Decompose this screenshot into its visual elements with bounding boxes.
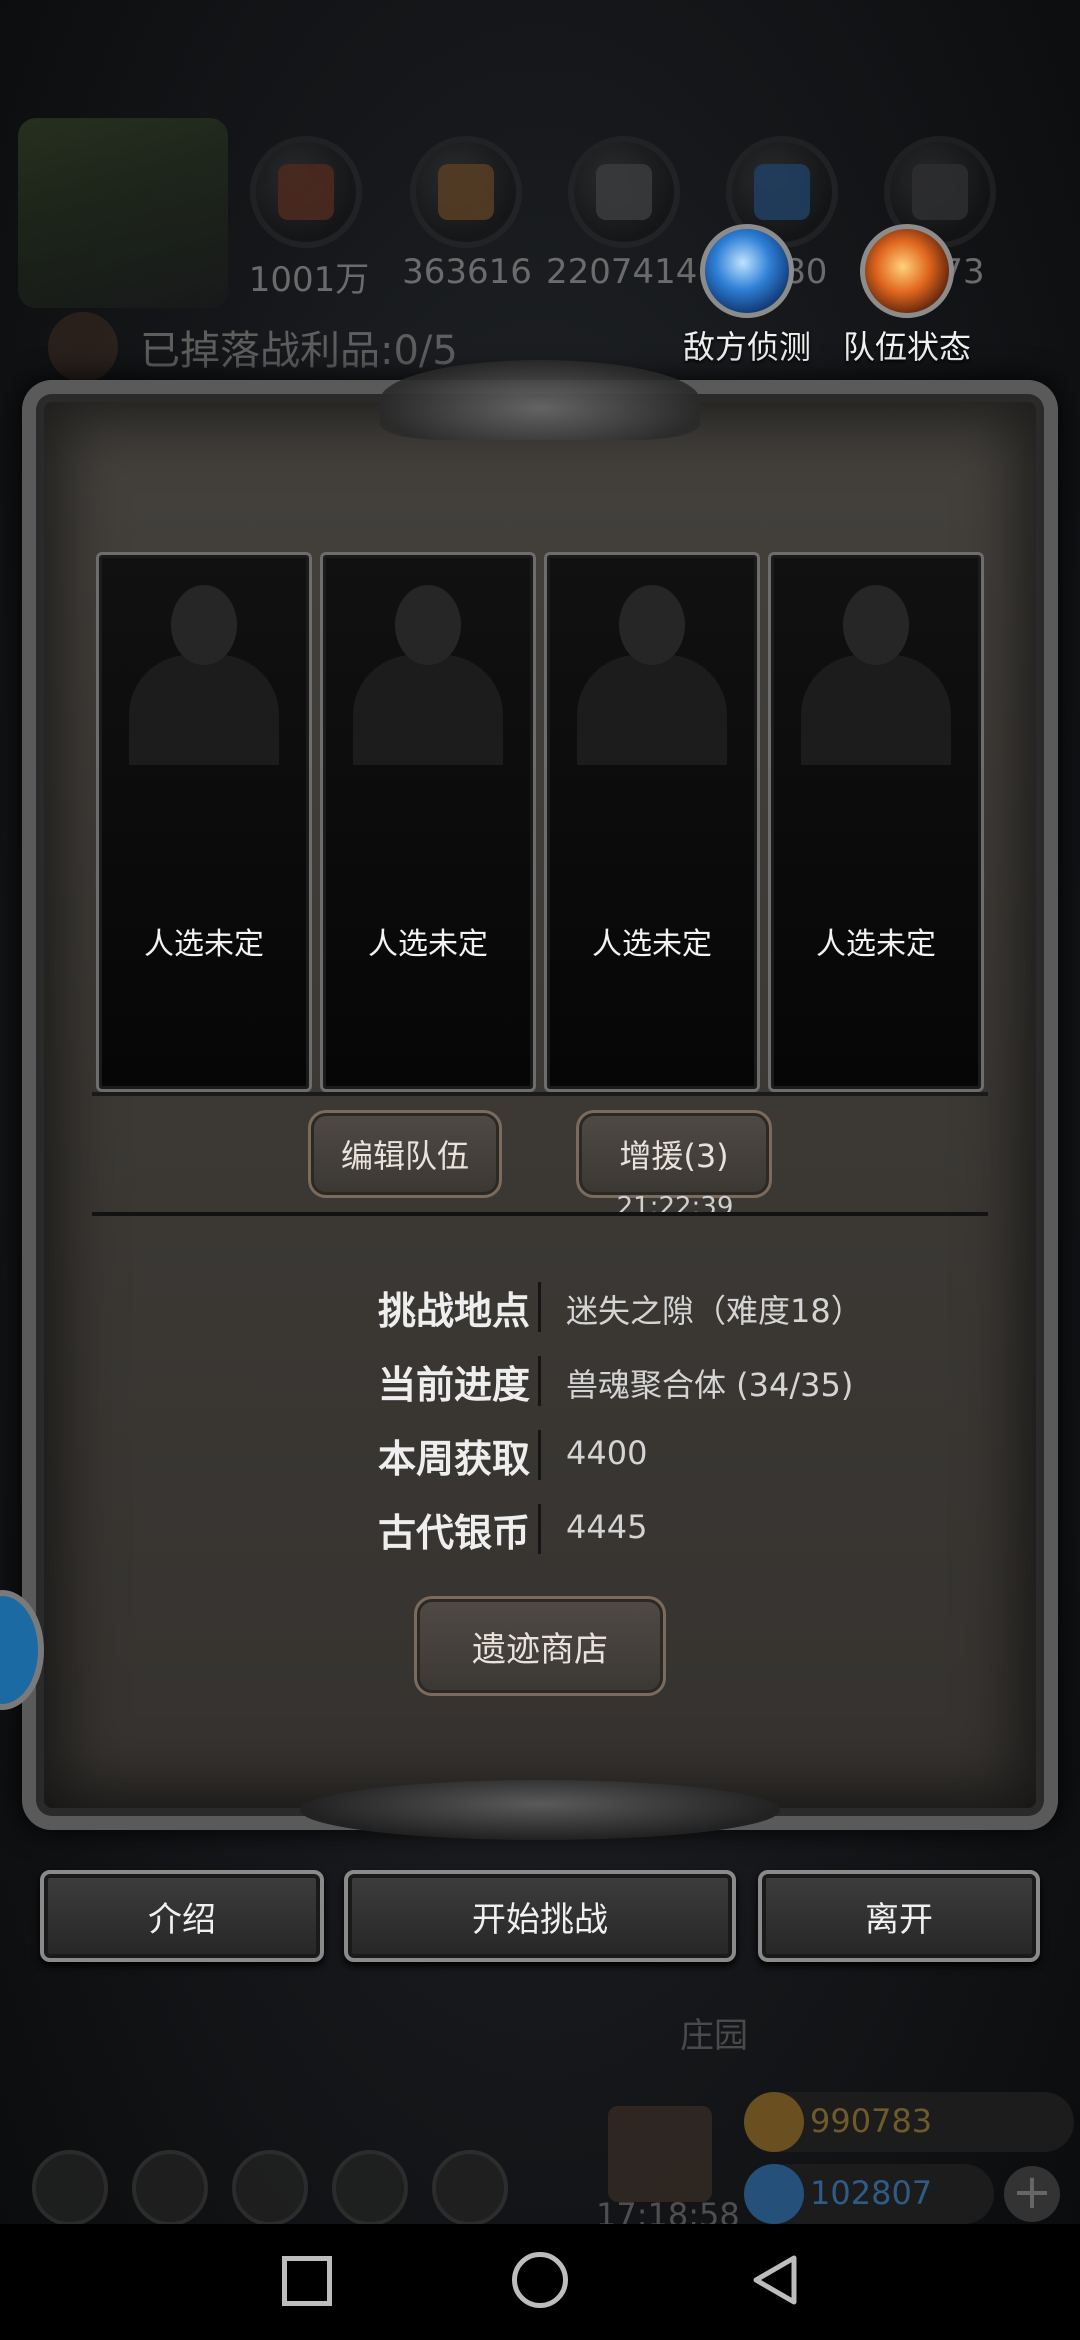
gold-balance: 990783 <box>744 2092 1074 2152</box>
manor-label: 庄园 <box>680 2016 748 2056</box>
start-challenge-button[interactable]: 开始挑战 <box>344 1870 736 1962</box>
gem-icon <box>744 2164 804 2224</box>
settings-icon[interactable] <box>32 2150 108 2226</box>
reinforce-button[interactable]: 增援(3) <box>576 1110 772 1198</box>
info-separator <box>538 1430 541 1480</box>
info-separator <box>538 1356 541 1406</box>
team-status-orb-icon <box>860 224 954 318</box>
add-gems-button[interactable]: + <box>1004 2166 1060 2222</box>
info-separator <box>538 1282 541 1332</box>
info-row-progress: 当前进度 兽魂聚合体 (34/35) <box>300 1354 900 1410</box>
avatar[interactable] <box>18 118 228 308</box>
gift-box-icon[interactable] <box>608 2106 712 2202</box>
info-row-weekly: 本周获取 4400 <box>300 1428 900 1484</box>
edit-team-button[interactable]: 编辑队伍 <box>308 1110 502 1198</box>
back-icon[interactable] <box>748 2252 804 2308</box>
hero-slot-1[interactable]: 人选未定 <box>96 552 312 1092</box>
divider <box>92 1092 988 1096</box>
scout-orb-icon <box>700 224 794 318</box>
home-icon[interactable] <box>512 2252 568 2308</box>
empty-hero-silhouette-icon <box>353 585 503 765</box>
wood-resource-icon <box>410 136 522 248</box>
hero-slot-2-label: 人选未定 <box>368 927 488 962</box>
reinforce-timer: 21:22:39 <box>616 1192 734 1222</box>
map-icon[interactable] <box>432 2150 508 2226</box>
info-key: 当前进度 <box>377 1363 530 1407</box>
info-value: 迷失之隙（难度18） <box>566 1292 863 1330</box>
castle-icon[interactable] <box>232 2150 308 2226</box>
resource-meat-value: 1001万 <box>248 260 370 300</box>
shield-icon[interactable] <box>132 2150 208 2226</box>
iron-resource-icon <box>568 136 680 248</box>
info-key: 古代银币 <box>377 1511 530 1555</box>
info-row-location: 挑战地点 迷失之隙（难度18） <box>300 1280 900 1336</box>
hero-slot-3[interactable]: 人选未定 <box>544 552 760 1092</box>
hero-slot-4-label: 人选未定 <box>816 927 936 962</box>
loot-scroll-icon <box>48 312 118 382</box>
hero-slot-1-label: 人选未定 <box>144 927 264 962</box>
info-value: 4400 <box>566 1434 648 1472</box>
info-key: 挑战地点 <box>377 1289 530 1333</box>
hero-slot-3-label: 人选未定 <box>592 927 712 962</box>
info-value: 4445 <box>566 1508 648 1546</box>
panel-crest-ornament <box>380 360 700 440</box>
gold-coin-icon <box>744 2092 804 2152</box>
info-value: 兽魂聚合体 (34/35) <box>566 1366 854 1404</box>
loot-status: 已掉落战利品:0/5 <box>140 328 458 374</box>
mail-icon[interactable] <box>332 2150 408 2226</box>
resource-meat <box>250 136 362 248</box>
empty-hero-silhouette-icon <box>801 585 951 765</box>
panel-bottom-ornament <box>300 1780 780 1840</box>
team-status-button[interactable]: 队伍状态 <box>832 224 982 368</box>
leave-button[interactable]: 离开 <box>758 1870 1040 1962</box>
enemy-scout-button[interactable]: 敌方侦测 <box>672 224 822 368</box>
divider <box>92 1212 988 1216</box>
meat-resource-icon <box>250 136 362 248</box>
info-row-coins: 古代银币 4445 <box>300 1502 900 1558</box>
enemy-scout-label: 敌方侦测 <box>682 328 811 366</box>
resource-wood <box>410 136 522 248</box>
team-status-label: 队伍状态 <box>842 328 971 366</box>
resource-wood-value: 363616 <box>402 252 532 292</box>
empty-hero-silhouette-icon <box>577 585 727 765</box>
hero-slot-2[interactable]: 人选未定 <box>320 552 536 1092</box>
gem-balance: 102807 <box>744 2164 994 2224</box>
info-separator <box>538 1504 541 1554</box>
info-key: 本周获取 <box>377 1437 530 1481</box>
relic-shop-button[interactable]: 遗迹商店 <box>414 1596 666 1696</box>
empty-hero-silhouette-icon <box>129 585 279 765</box>
resource-iron <box>568 136 680 248</box>
intro-button[interactable]: 介绍 <box>40 1870 324 1962</box>
recent-apps-icon[interactable] <box>282 2256 332 2306</box>
gold-value: 990783 <box>810 2102 933 2140</box>
hero-slot-4[interactable]: 人选未定 <box>768 552 984 1092</box>
gem-value: 102807 <box>810 2174 933 2212</box>
